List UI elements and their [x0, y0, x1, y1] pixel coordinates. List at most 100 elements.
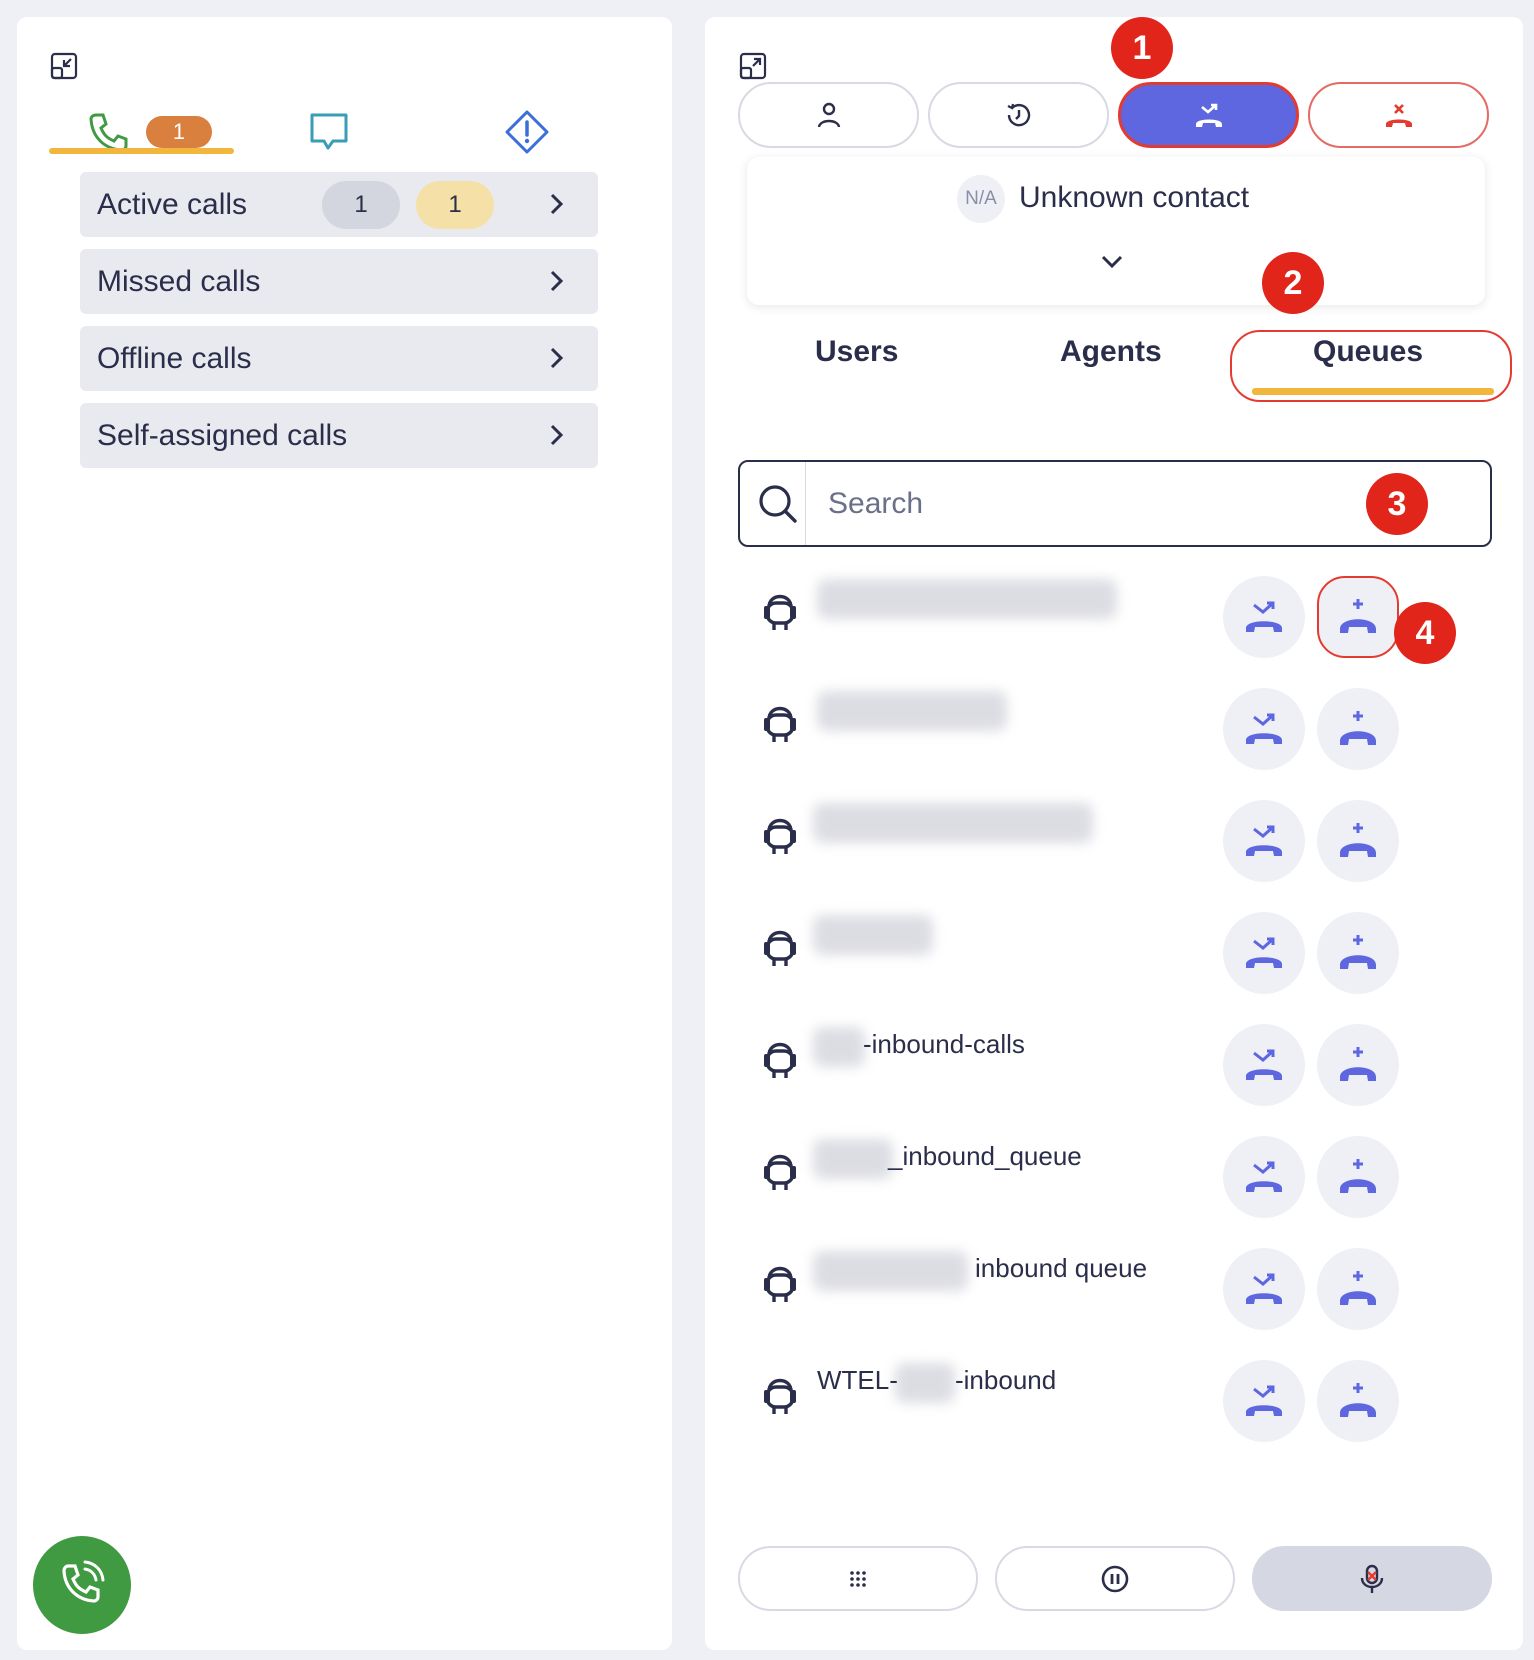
- headset-icon: [764, 706, 796, 742]
- microphone-muted-icon: [1360, 1564, 1384, 1593]
- tab-active-indicator: [1252, 388, 1494, 395]
- count-badge-grey: 1: [322, 181, 400, 229]
- menu-label: Active calls: [97, 187, 248, 221]
- annotation-badge-4: 4: [1394, 602, 1456, 664]
- contact-button[interactable]: [738, 82, 919, 148]
- menu-active-calls[interactable]: Active calls 1 1: [80, 172, 598, 237]
- contact-avatar: N/A: [957, 175, 1005, 223]
- menu-offline-calls[interactable]: Offline calls: [80, 326, 598, 391]
- annotation-badge-3: 3: [1366, 473, 1428, 535]
- transfer-to-queue-button[interactable]: [1223, 576, 1305, 658]
- transfer-call-icon: [1246, 713, 1282, 744]
- phone-ringing-icon: [62, 1560, 105, 1603]
- redacted-text: [813, 1139, 893, 1179]
- transfer-call-icon: [1246, 825, 1282, 856]
- expand-icon[interactable]: [738, 51, 768, 81]
- tab-alerts[interactable]: [477, 89, 577, 175]
- transfer-call-icon: [1246, 1049, 1282, 1080]
- headset-icon: [764, 594, 796, 630]
- headset-icon: [764, 930, 796, 966]
- dialpad-button[interactable]: [738, 1546, 978, 1611]
- transfer-to-queue-button[interactable]: [1223, 1024, 1305, 1106]
- search-icon: [759, 485, 797, 523]
- tab-agents[interactable]: Agents: [1060, 335, 1162, 369]
- menu-label: Offline calls: [97, 341, 252, 375]
- queue-name: -inbound: [955, 1365, 1057, 1395]
- add-queue-to-call-button[interactable]: [1317, 576, 1399, 658]
- transfer-to-queue-button[interactable]: [1223, 688, 1305, 770]
- mute-button[interactable]: [1252, 1546, 1492, 1611]
- annotation-badge-1: 1: [1111, 17, 1173, 79]
- tab-active-indicator: [49, 148, 234, 154]
- annotation-badge-2: 2: [1262, 252, 1324, 314]
- menu-label: Self-assigned calls: [97, 418, 348, 452]
- hangup-button[interactable]: [1308, 82, 1489, 148]
- chevron-right-icon: [550, 270, 564, 292]
- queue-row: [705, 895, 1523, 1014]
- add-call-icon: [1340, 935, 1376, 969]
- transfer-to-queue-button[interactable]: [1223, 800, 1305, 882]
- transfer-to-queue-button[interactable]: [1223, 1248, 1305, 1330]
- contact-card: N/A Unknown contact: [747, 157, 1485, 305]
- headset-icon: [764, 1378, 796, 1414]
- redacted-text: [813, 803, 1093, 843]
- add-queue-to-call-button[interactable]: [1317, 1136, 1399, 1218]
- transfer-to-queue-button[interactable]: [1223, 1360, 1305, 1442]
- queue-name: _inbound_queue: [888, 1141, 1082, 1171]
- history-button[interactable]: [928, 82, 1109, 148]
- add-queue-to-call-button[interactable]: [1317, 1360, 1399, 1442]
- transfer-button[interactable]: [1118, 82, 1299, 148]
- add-queue-to-call-button[interactable]: [1317, 912, 1399, 994]
- tab-chat[interactable]: [279, 89, 379, 175]
- hangup-icon: [1385, 104, 1412, 127]
- dialer-fab-button[interactable]: [33, 1536, 131, 1634]
- transfer-call-icon: [1246, 1385, 1282, 1416]
- headset-icon: [764, 1042, 796, 1078]
- contact-name: Unknown contact: [1019, 181, 1250, 214]
- redacted-text: [817, 691, 1007, 731]
- queue-row: inbound queue: [705, 1231, 1523, 1350]
- add-call-icon: [1340, 1271, 1376, 1305]
- chevron-right-icon: [550, 347, 564, 369]
- tab-calls[interactable]: 1: [69, 89, 229, 175]
- headset-icon: [764, 818, 796, 854]
- add-call-icon: [1340, 823, 1376, 857]
- menu-self-assigned-calls[interactable]: Self-assigned calls: [80, 403, 598, 468]
- transfer-call-icon: [1246, 1273, 1282, 1304]
- search-box[interactable]: 3: [738, 460, 1492, 547]
- redacted-text: [813, 915, 933, 955]
- hold-button[interactable]: [995, 1546, 1235, 1611]
- transfer-call-icon: [1246, 1161, 1282, 1192]
- collapse-icon[interactable]: [49, 51, 79, 81]
- transfer-to-queue-button[interactable]: [1223, 1136, 1305, 1218]
- headset-icon: [764, 1154, 796, 1190]
- queue-name-prefix: WTEL-: [817, 1365, 898, 1395]
- warning-diamond-icon: [505, 110, 549, 154]
- queue-name: -inbound-calls: [863, 1029, 1025, 1059]
- add-queue-to-call-button[interactable]: [1317, 688, 1399, 770]
- transfer-to-queue-button[interactable]: [1223, 912, 1305, 994]
- add-call-icon: [1340, 711, 1376, 745]
- pause-icon: [1101, 1565, 1129, 1592]
- transfer-call-icon: [1195, 103, 1222, 127]
- tab-users[interactable]: Users: [815, 335, 898, 369]
- left-panel: 1 Active calls 1 1 Missed calls Offline …: [17, 17, 672, 1650]
- headset-icon: [764, 1266, 796, 1302]
- redacted-text: [895, 1363, 955, 1403]
- transfer-call-icon: [1246, 937, 1282, 968]
- queue-row: [705, 783, 1523, 902]
- add-queue-to-call-button[interactable]: [1317, 1024, 1399, 1106]
- queue-row: -inbound-calls: [705, 1007, 1523, 1126]
- add-queue-to-call-button[interactable]: [1317, 800, 1399, 882]
- menu-missed-calls[interactable]: Missed calls: [80, 249, 598, 314]
- add-queue-to-call-button[interactable]: [1317, 1248, 1399, 1330]
- add-call-icon: [1340, 599, 1376, 633]
- history-icon: [1007, 103, 1030, 127]
- redacted-text: [813, 1251, 968, 1291]
- search-input[interactable]: [828, 476, 1328, 531]
- dialpad-icon: [850, 1570, 866, 1587]
- search-divider: [805, 462, 806, 545]
- chat-icon: [310, 113, 348, 150]
- chevron-down-icon[interactable]: [1097, 247, 1127, 277]
- add-call-icon: [1340, 1159, 1376, 1193]
